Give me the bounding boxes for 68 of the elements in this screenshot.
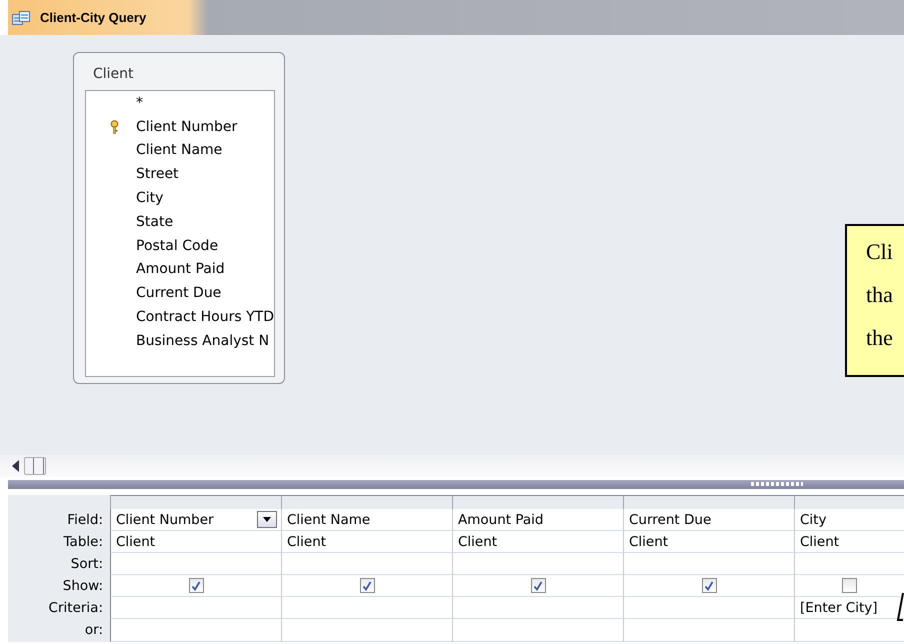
field-list-item[interactable]: Postal Code	[136, 238, 218, 254]
pane-splitter[interactable]	[8, 480, 904, 489]
show-checkbox[interactable]	[530, 578, 546, 593]
field-name: Client Name	[287, 512, 370, 528]
show-checkbox[interactable]	[702, 578, 716, 593]
show-checkbox[interactable]	[360, 578, 374, 593]
callout-text: Cli	[866, 238, 894, 266]
grid-cell[interactable]	[623, 575, 794, 597]
grid-cell[interactable]	[623, 553, 794, 575]
field-list-item[interactable]: Current Due	[136, 285, 222, 302]
grid-cell[interactable]	[110, 575, 281, 597]
field-list-item[interactable]: City	[136, 190, 164, 206]
grid-cell[interactable]	[452, 597, 623, 619]
grid-cell[interactable]: City	[794, 509, 904, 531]
field-list-item[interactable]: *	[136, 94, 143, 111]
field-name: Current Due	[629, 512, 712, 528]
field-name: City	[800, 512, 826, 528]
dropdown-button[interactable]	[257, 511, 277, 528]
grid-cell[interactable]	[794, 619, 904, 642]
grid-cell[interactable]	[452, 553, 623, 575]
grid-cell[interactable]	[623, 597, 794, 619]
scroll-left-icon[interactable]	[12, 460, 20, 472]
grid-cell[interactable]	[794, 553, 904, 575]
grid-cell[interactable]	[281, 553, 452, 575]
grid-cell[interactable]: Current Due	[623, 509, 794, 531]
grip-icon[interactable]	[751, 482, 803, 486]
callout-text: tha	[866, 281, 894, 309]
grid-cell[interactable]: Client	[281, 531, 452, 553]
grid-cell[interactable]: Amount Paid	[452, 509, 623, 531]
column-selector[interactable]	[794, 495, 904, 509]
field-list-item[interactable]: Street	[136, 166, 179, 182]
grid-cell[interactable]: Client	[110, 531, 281, 553]
grid-cell[interactable]	[281, 619, 452, 642]
field-name: Amount Paid	[458, 512, 544, 528]
grid-cell[interactable]	[452, 619, 623, 642]
callout-line	[896, 592, 904, 624]
field-list-item[interactable]: Client Number	[136, 118, 238, 135]
field-name: Client Number	[116, 512, 214, 528]
caret-icon	[263, 517, 271, 522]
field-list-item[interactable]: State	[136, 214, 174, 230]
table-title: Client	[92, 65, 135, 84]
grid-cell[interactable]	[623, 619, 794, 642]
grid-cell[interactable]	[110, 597, 281, 619]
grid-cell[interactable]: Client Name	[281, 509, 452, 531]
show-checkbox[interactable]	[842, 578, 857, 593]
callout-text: the	[866, 324, 894, 352]
grid-cell[interactable]	[281, 597, 452, 619]
grid-cell[interactable]: Client	[623, 531, 794, 553]
grid-cell[interactable]	[452, 575, 623, 597]
table-field-list[interactable]: Client * Client Number Client Name Street City State Postal Code Amount Paid Current Due Contract Hours YTD Business Analyst N	[73, 52, 285, 384]
grid-cell[interactable]	[110, 619, 281, 642]
grid-cell[interactable]: Client	[794, 531, 904, 553]
grid-cell[interactable]: [Enter City]	[794, 597, 904, 619]
show-checkbox[interactable]	[188, 578, 204, 593]
query-tab[interactable]: Client-City Query	[8, 0, 904, 35]
grid-cell[interactable]	[281, 575, 452, 597]
query-icon	[12, 10, 30, 24]
column-selector[interactable]	[452, 495, 623, 509]
grid-cell[interactable]	[110, 553, 281, 575]
field-list-item[interactable]: Contract Hours YTD	[136, 309, 274, 326]
grid-cell[interactable]: Client	[452, 531, 623, 553]
field-list-item[interactable]: Client Name	[136, 142, 222, 158]
grid-cell[interactable]: Client Number	[110, 509, 281, 531]
field-list-item[interactable]: Amount Paid	[136, 261, 225, 278]
column-selector[interactable]	[623, 495, 794, 509]
field-list-item[interactable]: Business Analyst N	[136, 332, 270, 349]
scroll-thumb[interactable]	[24, 457, 46, 475]
grid-cell[interactable]	[794, 575, 904, 597]
